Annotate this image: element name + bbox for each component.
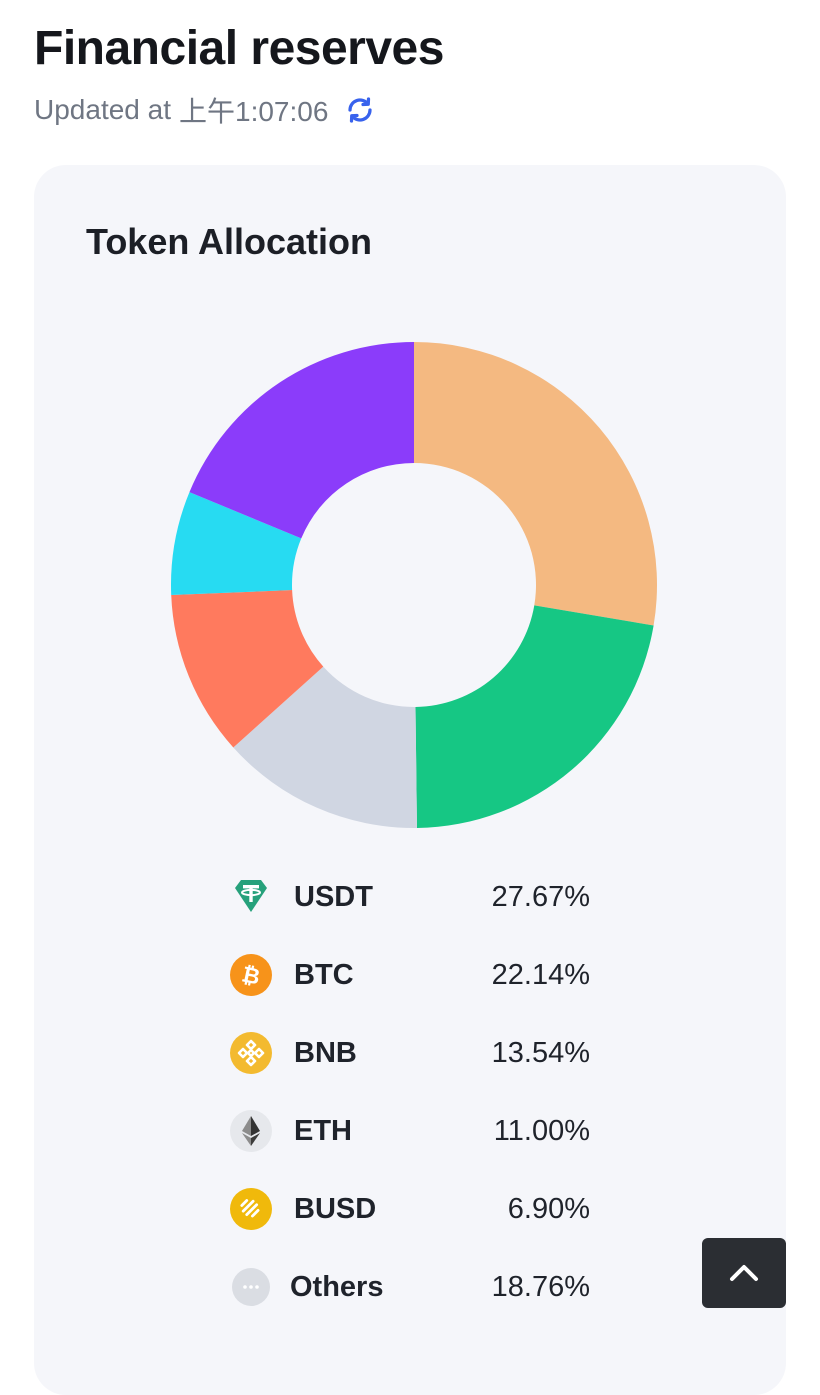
legend-symbol: BNB	[294, 1036, 357, 1069]
legend-symbol: Others	[290, 1270, 384, 1303]
updated-status: Updated at 上午1:07:06	[34, 90, 376, 130]
donut-slice-btc[interactable]	[415, 605, 654, 828]
legend-symbol: BUSD	[294, 1192, 377, 1225]
legend-item-bnb: BNB 13.54%	[230, 1014, 590, 1092]
chevron-up-icon	[730, 1265, 758, 1281]
page-title: Financial reserves	[34, 22, 444, 75]
legend-percent: 27.67%	[491, 880, 590, 913]
busd-icon	[230, 1188, 272, 1230]
legend-item-others: Others 18.76%	[230, 1248, 590, 1326]
legend-item-btc: ₿ BTC 22.14%	[230, 936, 590, 1014]
card-title: Token Allocation	[86, 221, 373, 262]
legend-percent: 6.90%	[507, 1192, 590, 1225]
legend-percent: 18.76%	[491, 1270, 590, 1303]
bnb-icon	[230, 1032, 272, 1074]
donut-slice-usdt[interactable]	[414, 342, 657, 626]
legend-item-eth: ETH 11.00%	[230, 1092, 590, 1170]
legend-item-busd: BUSD 6.90%	[230, 1170, 590, 1248]
refresh-icon[interactable]	[344, 94, 376, 126]
token-legend: USDT 27.67% ₿ BTC 22.14% BNB 13.54% ETH …	[230, 858, 590, 1326]
token-allocation-donut-chart	[171, 342, 657, 828]
usdt-icon	[230, 876, 272, 918]
legend-percent: 22.14%	[491, 958, 590, 991]
updated-time: 上午1:07:06	[179, 96, 329, 127]
eth-icon	[230, 1110, 272, 1152]
legend-item-usdt: USDT 27.67%	[230, 858, 590, 936]
scroll-to-top-button[interactable]	[702, 1238, 786, 1308]
legend-symbol: USDT	[294, 880, 373, 913]
legend-symbol: ETH	[294, 1114, 352, 1147]
legend-percent: 13.54%	[491, 1036, 590, 1069]
legend-symbol: BTC	[294, 958, 354, 991]
btc-icon: ₿	[230, 954, 272, 996]
updated-label: Updated at	[34, 94, 171, 125]
token-allocation-card: Token Allocation USDT 27.67% ₿ BTC 22.14…	[34, 165, 786, 1395]
legend-percent: 11.00%	[493, 1114, 590, 1147]
svg-text:₿: ₿	[240, 961, 263, 989]
others-icon	[232, 1268, 270, 1306]
